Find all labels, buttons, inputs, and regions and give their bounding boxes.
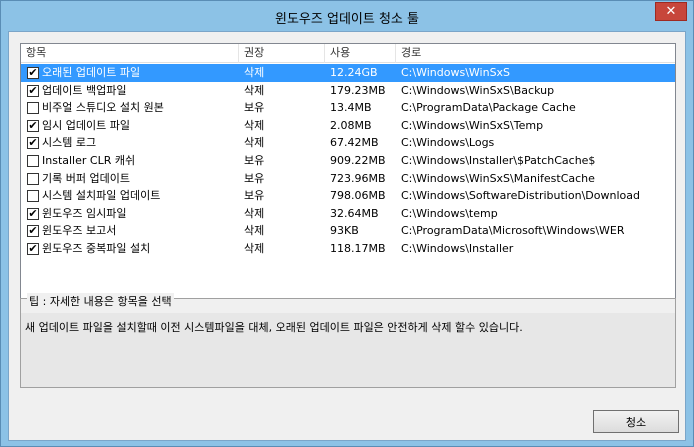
list-row[interactable]: 시스템 설치파일 업데이트 보유 798.06MB C:\Windows\Softwa… [21, 187, 675, 205]
list-row[interactable]: ✔ 윈도우즈 중복파일 설치 삭제 118.17MB C:\Windows\Instal… [21, 240, 675, 258]
list-row[interactable]: ✔ 윈도우즈 임시파일 삭제 32.64MB C:\Windows\temp [21, 205, 675, 223]
row-checkbox[interactable]: ✔ [27, 84, 39, 97]
row-size: 67.42MB [330, 136, 379, 150]
list-header: 항목 권장 사용 경로 [21, 44, 675, 63]
row-size: 909.22MB [330, 154, 386, 167]
row-name: 시스템 로그 [42, 136, 97, 150]
row-size: 93KB [330, 224, 359, 238]
row-name: 윈도우즈 보고서 [42, 224, 117, 238]
title-bar[interactable]: 윈도우즈 업데이트 청소 툴 ✕ [1, 1, 693, 31]
window-title: 윈도우즈 업데이트 청소 툴 [275, 12, 419, 27]
list-row[interactable]: Installer CLR 캐쉬 보유 909.22MB C:\Windows\Ins… [21, 152, 675, 170]
row-path: C:\ProgramData\Microsoft\Windows\WER [401, 224, 625, 238]
row-checkbox[interactable] [27, 172, 39, 185]
row-recommendation: 삭제 [244, 136, 265, 150]
list-row[interactable]: ✔ 임시 업데이트 파일 삭제 2.08MB C:\Windows\WinSxS\Tem… [21, 117, 675, 135]
column-header-size[interactable]: 사용 [325, 44, 396, 63]
tip-label: 팁 : 자세한 내용은 항목을 선택 [27, 293, 174, 309]
row-size: 798.06MB [330, 189, 386, 203]
row-checkbox[interactable]: ✔ [27, 207, 39, 220]
list-row[interactable]: 비주얼 스튜디오 설치 원본 보유 13.4MB C:\ProgramData\Pac… [21, 99, 675, 117]
column-header-path[interactable]: 경로 [396, 44, 675, 63]
row-checkbox[interactable] [27, 155, 39, 167]
list-row[interactable]: 기록 버퍼 업데이트 보유 723.96MB C:\Windows\WinSxS\Ma… [21, 170, 675, 188]
app-window: 윈도우즈 업데이트 청소 툴 ✕ 항목 권장 사용 경로 ✔ 오래된 업데이트 파… [0, 0, 694, 447]
row-recommendation: 삭제 [244, 242, 265, 255]
row-path: C:\Windows\WinSxS\ManifestCache [401, 171, 595, 185]
tip-group: 팁 : 자세한 내용은 항목을 선택 새 업데이트 파일을 설치할때 이전 시스… [20, 293, 676, 388]
row-path: C:\Windows\WinSxS\Backup [401, 83, 555, 97]
row-checkbox[interactable]: ✔ [27, 243, 39, 255]
row-size: 12.24GB [330, 66, 378, 79]
client-area: 항목 권장 사용 경로 ✔ 오래된 업데이트 파일 삭제 12.24GB C:\Wind… [8, 31, 686, 441]
clean-button[interactable]: 청소 [593, 410, 679, 433]
row-size: 118.17MB [330, 242, 386, 255]
row-recommendation: 삭제 [244, 118, 265, 132]
row-size: 179.23MB [330, 83, 386, 97]
row-recommendation: 보유 [244, 171, 265, 185]
row-name: 오래된 업데이트 파일 [42, 66, 141, 79]
row-recommendation: 보유 [244, 189, 265, 203]
row-name: 윈도우즈 중복파일 설치 [42, 242, 151, 255]
row-size: 723.96MB [330, 171, 386, 185]
close-icon: ✕ [665, 4, 677, 19]
row-recommendation: 삭제 [244, 224, 265, 238]
row-path: C:\Windows\Logs [401, 136, 495, 150]
list-row[interactable]: ✔ 윈도우즈 보고서 삭제 93KB C:\ProgramData\Microsoft\… [21, 222, 675, 240]
row-checkbox[interactable] [27, 102, 39, 115]
row-recommendation: 보유 [244, 101, 265, 115]
list-row[interactable]: ✔ 오래된 업데이트 파일 삭제 12.24GB C:\Windows\WinSxS [21, 64, 675, 82]
row-checkbox[interactable]: ✔ [27, 137, 39, 150]
list-row[interactable]: ✔ 시스템 로그 삭제 67.42MB C:\Windows\Logs [21, 134, 675, 152]
row-path: C:\ProgramData\Package Cache [401, 101, 576, 115]
row-name: 업데이트 백업파일 [42, 83, 127, 97]
row-checkbox[interactable] [27, 190, 39, 203]
row-name: 기록 버퍼 업데이트 [42, 171, 130, 185]
row-name: 시스템 설치파일 업데이트 [42, 189, 161, 203]
row-checkbox[interactable]: ✔ [27, 67, 39, 79]
column-header-perm[interactable]: 권장 [239, 44, 325, 63]
row-checkbox[interactable]: ✔ [27, 225, 39, 238]
row-path: C:\Windows\temp [401, 206, 498, 220]
row-checkbox[interactable]: ✔ [27, 119, 39, 132]
list-row[interactable]: ✔ 업데이트 백업파일 삭제 179.23MB C:\Windows\WinSxS\Ba… [21, 82, 675, 100]
row-name: 임시 업데이트 파일 [42, 118, 130, 132]
row-recommendation: 삭제 [244, 83, 265, 97]
row-path: C:\Windows\SoftwareDistribution\Download [401, 189, 640, 203]
cleanup-list[interactable]: 항목 권장 사용 경로 ✔ 오래된 업데이트 파일 삭제 12.24GB C:\Wind… [20, 43, 676, 299]
row-path: C:\Windows\Installer\$PatchCache$ [401, 154, 596, 167]
row-recommendation: 삭제 [244, 66, 265, 79]
row-recommendation: 보유 [244, 154, 265, 167]
row-size: 2.08MB [330, 118, 372, 132]
row-name: 윈도우즈 임시파일 [42, 206, 127, 220]
row-recommendation: 삭제 [244, 206, 265, 220]
row-path: C:\Windows\WinSxS [401, 66, 511, 79]
row-size: 13.4MB [330, 101, 372, 115]
row-name: Installer CLR 캐쉬 [42, 154, 136, 167]
row-path: C:\Windows\Installer [401, 242, 514, 255]
row-size: 32.64MB [330, 206, 379, 220]
tip-text: 새 업데이트 파일을 설치할때 이전 시스템파일을 대체, 오래된 업데이트 파… [25, 321, 523, 334]
close-button[interactable]: ✕ [655, 2, 687, 21]
row-name: 비주얼 스튜디오 설치 원본 [42, 101, 164, 115]
column-header-item[interactable]: 항목 [21, 44, 239, 63]
row-path: C:\Windows\WinSxS\Temp [401, 118, 544, 132]
